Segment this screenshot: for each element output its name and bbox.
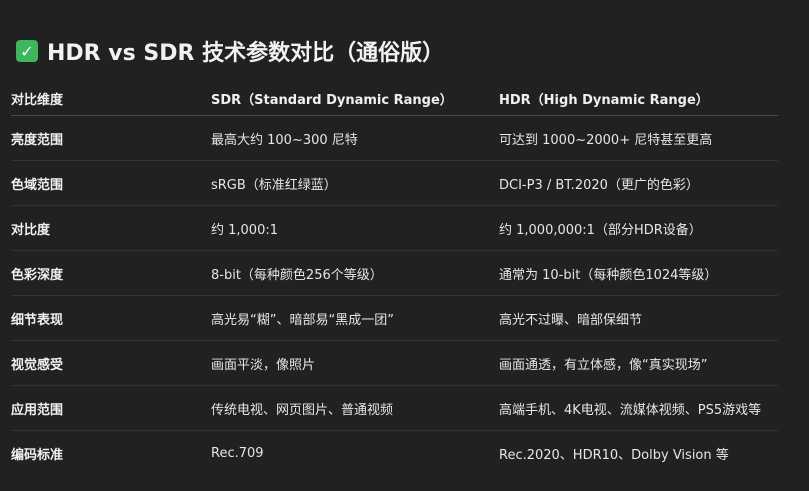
table-header-row: 对比维度 SDR（Standard Dynamic Range） HDR（Hig… (11, 82, 778, 116)
table-row: 细节表现 高光易“糊”、暗部易“黑成一团” 高光不过曝、暗部保细节 (11, 295, 778, 341)
cell-dimension: 色彩深度 (11, 250, 211, 296)
header-dimension: 对比维度 (11, 82, 211, 116)
cell-hdr: 高光不过曝、暗部保细节 (499, 295, 778, 341)
table-row: 对比度约 1,000:1 约 1,000,000:1（部分HDR设备） (11, 205, 778, 251)
check-mark-icon: ✓ (16, 40, 38, 62)
table-row: 色域范围 sRGB（标准红绿蓝） DCI-P3 / BT.2020（更广的色彩） (11, 160, 778, 206)
cell-sdr: sRGB（标准红绿蓝） (211, 160, 499, 206)
cell-sdr: 最高大约 100~300 尼特 (211, 115, 499, 161)
cell-dimension: 细节表现 (11, 295, 211, 341)
cell-hdr: 通常为 10-bit（每种颜色1024等级） (499, 250, 778, 296)
table-row: 编码标准 Rec.709 Rec.2020、HDR10、Dolby Vision 等 (11, 431, 778, 476)
cell-sdr: 高光易“糊”、暗部易“黑成一团” (211, 295, 499, 341)
cell-hdr: Rec.2020、HDR10、Dolby Vision 等 (499, 447, 729, 463)
cell-hdr: 约 1,000,000:1（部分HDR设备） (499, 205, 778, 251)
cell-hdr: 高端手机、4K电视、流媒体视频、PS5游戏等 (499, 385, 778, 431)
cell-dimension: 亮度范围 (11, 115, 211, 161)
page-title-text: HDR vs SDR 技术参数对比（通俗版） (47, 41, 445, 66)
cell-dimension: 编码标准 (11, 447, 64, 463)
comparison-table: 对比维度 SDR（Standard Dynamic Range） HDR（Hig… (11, 82, 778, 475)
table-row: 应用范围 传统电视、网页图片、普通视频 高端手机、4K电视、流媒体视频、PS5游戏等 (11, 385, 778, 431)
cell-sdr: 8-bit（每种颜色256个等级） (211, 250, 499, 296)
header-sdr: SDR（Standard Dynamic Range） (211, 82, 499, 116)
cell-sdr: 画面平淡，像照片 (211, 340, 499, 386)
cell-hdr: 可达到 1000~2000+ 尼特甚至更高 (499, 115, 778, 161)
table-row: 视觉感受 画面平淡，像照片 画面通透，有立体感，像“真实现场” (11, 340, 778, 386)
cell-dimension: 视觉感受 (11, 340, 211, 386)
cell-hdr: 画面通透，有立体感，像“真实现场” (499, 340, 778, 386)
header-hdr: HDR（High Dynamic Range） (499, 82, 778, 116)
table-row: 亮度范围 最高大约 100~300 尼特 可达到 1000~2000+ 尼特甚至更高 (11, 115, 778, 161)
cell-sdr: 传统电视、网页图片、普通视频 (211, 385, 499, 431)
cell-sdr: Rec.709 (211, 445, 264, 461)
cell-sdr: 约 1,000:1 (211, 205, 499, 251)
page-title: ✓ HDR vs SDR 技术参数对比（通俗版） (16, 36, 444, 66)
cell-dimension: 色域范围 (11, 160, 211, 206)
table-row: 色彩深度 8-bit（每种颜色256个等级） 通常为 10-bit（每种颜色1024… (11, 250, 778, 296)
cell-dimension: 应用范围 (11, 385, 211, 431)
cell-dimension: 对比度 (11, 205, 211, 251)
cell-hdr: DCI-P3 / BT.2020（更广的色彩） (499, 160, 778, 206)
